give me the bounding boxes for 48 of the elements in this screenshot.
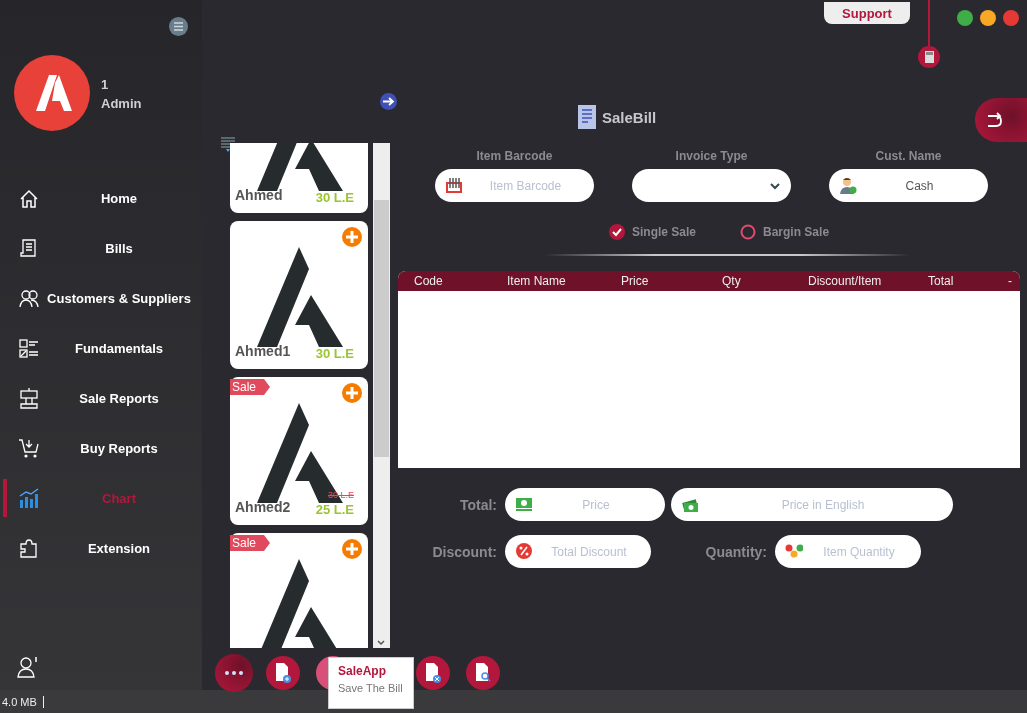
support-button[interactable]: Support [824,2,910,24]
user-role: Admin [101,96,142,111]
column-header: Price [621,274,650,288]
input-field[interactable]: Item Barcode [435,169,594,202]
product-price: 25 L.E [315,502,354,517]
total-label: Discount: [431,543,497,560]
total-label: Quantity: [704,543,767,560]
column-header: Item Name [507,274,567,288]
product-card[interactable]: Ahmed1 30 L.E [230,221,368,369]
radio-option[interactable]: Single Sale [609,224,697,240]
tooltip-title: SaleApp [338,664,387,678]
nav-item[interactable]: Sale Reports [0,373,202,423]
input-field[interactable]: Price [505,488,665,521]
total-label: Total: [458,496,497,513]
input-field[interactable]: Cash [829,169,988,202]
nav-item[interactable]: Buy Reports [0,423,202,473]
field-label: Invoice Type [675,149,748,163]
column-header: Discount/Item [808,274,883,288]
product-card[interactable]: Ahmed 30 L.E [230,143,368,213]
product-price: 30 L.E [315,346,354,361]
product-price: 30 L.E [315,190,354,205]
field-label: Item Barcode [476,149,553,163]
nav-item[interactable]: Extension [0,523,202,573]
old-price: 30 L.E [327,490,354,500]
product-name: Ahmed2 [235,499,291,515]
input-field[interactable]: Item Quantity [775,535,921,568]
column-header: Code [414,274,444,288]
nav-item[interactable]: Fundamentals [0,323,202,373]
user-id: 1 [101,77,110,92]
page-title: SaleBill [602,108,657,126]
product-card[interactable]: Sale Ahmed2 30 L.E 25 L.E [230,377,368,525]
field-label: Cust. Name [875,149,942,163]
column-header: - [1008,274,1013,288]
memory-usage: 4.0 MB [0,695,44,708]
nav-item[interactable]: Bills [0,223,202,273]
radio-option[interactable]: Bargin Sale [740,224,830,240]
product-name: Ahmed1 [235,343,291,359]
sale-tag: Sale [230,535,271,551]
tooltip-text: Save The Bill [338,682,404,694]
product-card[interactable]: Sale [230,533,368,648]
nav-item[interactable]: Customers & Suppliers [0,273,202,323]
input-field[interactable]: Price in English [671,488,953,521]
sale-tag: Sale [230,379,271,395]
column-header: Qty [722,274,742,288]
nav-item[interactable]: Home [0,173,202,223]
product-name: Ahmed [235,187,283,203]
input-field[interactable]: Total Discount [505,535,651,568]
column-header: Total [928,274,955,288]
